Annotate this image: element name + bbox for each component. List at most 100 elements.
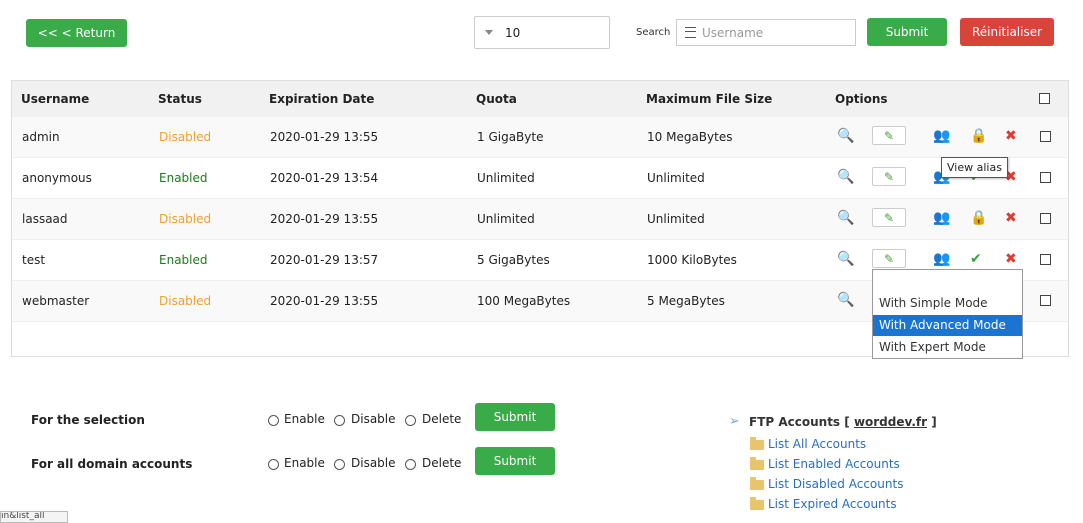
- status-cell: Enabled: [159, 253, 208, 267]
- quota-cell: 100 MegaBytes: [477, 294, 571, 308]
- menu-item-expert-mode[interactable]: With Expert Mode: [873, 337, 1022, 358]
- expiration-cell: 2020-01-29 13:55: [270, 130, 379, 144]
- edit-button[interactable]: ✎: [872, 126, 906, 145]
- select-all-checkbox[interactable]: [1039, 93, 1050, 104]
- table-row: lassaad Disabled 2020-01-29 13:55 Unlimi…: [12, 199, 1068, 240]
- max-file-size-cell: Unlimited: [647, 171, 705, 185]
- row-checkbox[interactable]: [1040, 254, 1051, 265]
- username-cell: anonymous: [22, 171, 92, 185]
- check-icon[interactable]: ✔: [970, 252, 982, 266]
- status-cell: Disabled: [159, 294, 212, 308]
- domain-submit-button[interactable]: Submit: [475, 447, 555, 475]
- ftp-domain-link[interactable]: worddev.fr: [854, 415, 927, 429]
- header-max-file-size[interactable]: Maximum File Size: [646, 92, 772, 106]
- expiration-cell: 2020-01-29 13:57: [270, 253, 379, 267]
- edit-button[interactable]: ✎: [872, 167, 906, 186]
- quota-cell: Unlimited: [477, 171, 535, 185]
- row-checkbox[interactable]: [1040, 131, 1051, 142]
- menu-item-simple-mode[interactable]: With Simple Mode: [873, 293, 1022, 314]
- edit-button[interactable]: ✎: [872, 208, 906, 227]
- users-icon[interactable]: 👥: [933, 129, 950, 143]
- view-alias-tooltip: View alias: [941, 157, 1008, 178]
- folder-icon: [750, 497, 764, 510]
- folder-icon: [750, 477, 764, 490]
- delete-icon[interactable]: ✖: [1005, 211, 1017, 225]
- status-cell: Disabled: [159, 212, 212, 226]
- search-input[interactable]: [702, 25, 842, 40]
- domain-accounts-label: For all domain accounts: [31, 457, 193, 471]
- table-header: Username Status Expiration Date Quota Ma…: [12, 81, 1068, 118]
- ftp-title-suffix: ]: [931, 415, 937, 429]
- menu-item-advanced-mode[interactable]: With Advanced Mode: [873, 315, 1022, 336]
- lock-icon[interactable]: 🔒: [970, 129, 987, 143]
- tag-icon: ➢: [729, 414, 740, 429]
- max-file-size-cell: 1000 KiloBytes: [647, 253, 737, 267]
- quota-cell: 1 GigaByte: [477, 130, 544, 144]
- selection-label: For the selection: [31, 413, 145, 427]
- header-username[interactable]: Username: [21, 92, 89, 106]
- list-disabled-accounts-link[interactable]: List Disabled Accounts: [768, 477, 903, 491]
- ftp-title-prefix: FTP Accounts [: [749, 415, 850, 429]
- search-label: Search: [636, 27, 671, 38]
- users-icon[interactable]: 👥: [933, 252, 950, 266]
- domain-disable-label: Disable: [351, 456, 396, 470]
- selection-submit-button[interactable]: Submit: [475, 403, 555, 431]
- magnifier-icon[interactable]: 🔍: [837, 211, 854, 225]
- reset-button[interactable]: Réinitialiser: [960, 18, 1054, 46]
- table-row: admin Disabled 2020-01-29 13:55 1 GigaBy…: [12, 117, 1068, 158]
- delete-icon[interactable]: ✖: [1005, 129, 1017, 143]
- chevron-down-icon: [485, 30, 493, 35]
- domain-enable-radio[interactable]: [268, 459, 279, 470]
- quota-cell: Unlimited: [477, 212, 535, 226]
- selection-delete-radio[interactable]: [405, 415, 416, 426]
- pencil-icon: ✎: [883, 210, 895, 225]
- max-file-size-cell: Unlimited: [647, 212, 705, 226]
- username-cell: lassaad: [22, 212, 68, 226]
- delete-icon[interactable]: ✖: [1005, 252, 1017, 266]
- search-field[interactable]: [676, 19, 856, 46]
- list-all-accounts-link[interactable]: List All Accounts: [768, 437, 866, 451]
- status-cell: Disabled: [159, 130, 212, 144]
- magnifier-icon[interactable]: 🔍: [837, 129, 854, 143]
- per-page-select[interactable]: 10: [474, 16, 610, 49]
- header-expiration[interactable]: Expiration Date: [269, 92, 374, 106]
- header-quota[interactable]: Quota: [476, 92, 517, 106]
- header-options: Options: [835, 92, 888, 106]
- expiration-cell: 2020-01-29 13:54: [270, 171, 379, 185]
- users-icon[interactable]: 👥: [933, 211, 950, 225]
- row-checkbox[interactable]: [1040, 172, 1051, 183]
- folder-icon: [750, 457, 764, 470]
- pencil-icon: ✎: [883, 128, 895, 143]
- domain-delete-radio[interactable]: [405, 459, 416, 470]
- list-enabled-accounts-link[interactable]: List Enabled Accounts: [768, 457, 900, 471]
- pencil-icon: ✎: [883, 251, 895, 266]
- selection-enable-radio[interactable]: [268, 415, 279, 426]
- table-row: anonymous Enabled 2020-01-29 13:54 Unlim…: [12, 158, 1068, 199]
- submit-button[interactable]: Submit: [867, 18, 947, 46]
- selection-disable-label: Disable: [351, 412, 396, 426]
- edit-mode-menu: With Simple Mode With Advanced Mode With…: [872, 269, 1023, 359]
- selection-enable-label: Enable: [284, 412, 325, 426]
- status-cell: Enabled: [159, 171, 208, 185]
- expiration-cell: 2020-01-29 13:55: [270, 212, 379, 226]
- lock-icon[interactable]: 🔒: [970, 211, 987, 225]
- folder-icon: [750, 437, 764, 450]
- domain-enable-label: Enable: [284, 456, 325, 470]
- row-checkbox[interactable]: [1040, 213, 1051, 224]
- header-status[interactable]: Status: [158, 92, 202, 106]
- magnifier-icon[interactable]: 🔍: [837, 293, 854, 307]
- quota-cell: 5 GigaBytes: [477, 253, 550, 267]
- row-checkbox[interactable]: [1040, 295, 1051, 306]
- ftp-accounts-title: FTP Accounts [ worddev.fr ]: [749, 415, 937, 429]
- return-button[interactable]: << < Return: [26, 19, 127, 47]
- selection-disable-radio[interactable]: [334, 415, 345, 426]
- magnifier-icon[interactable]: 🔍: [837, 170, 854, 184]
- status-bar: in&list_all: [0, 511, 68, 523]
- domain-disable-radio[interactable]: [334, 459, 345, 470]
- edit-button[interactable]: ✎: [872, 249, 906, 268]
- domain-delete-label: Delete: [422, 456, 462, 470]
- pencil-icon: ✎: [883, 169, 895, 184]
- list-expired-accounts-link[interactable]: List Expired Accounts: [768, 497, 897, 511]
- magnifier-icon[interactable]: 🔍: [837, 252, 854, 266]
- expiration-cell: 2020-01-29 13:55: [270, 294, 379, 308]
